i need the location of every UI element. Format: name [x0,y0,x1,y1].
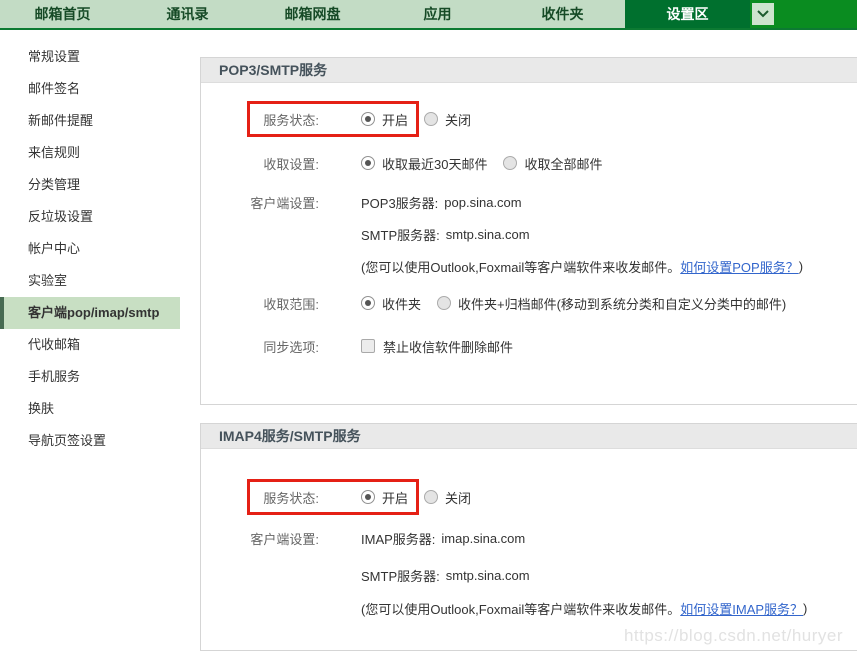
pop-service-status-row: 服务状态: 开启 关闭 [201,101,857,137]
tab-inbox[interactable]: 收件夹 [500,0,625,28]
imap-smtp-server-value: smtp.sina.com [446,568,530,583]
imap-status-on-label[interactable]: 开启 [382,488,408,507]
tab-apps[interactable]: 应用 [375,0,500,28]
tab-mail-home[interactable]: 邮箱首页 [0,0,125,28]
pop-client-setting-label: 客户端设置: [201,193,319,212]
sidebar-item-client-pop-imap-smtp[interactable]: 客户端pop/imap/smtp [0,297,180,329]
sidebar-item-new-mail-alert[interactable]: 新邮件提醒 [0,105,200,137]
forbid-delete-checkbox[interactable] [361,339,375,353]
imap-server-value: imap.sina.com [441,531,525,546]
sidebar-item-signature[interactable]: 邮件签名 [0,73,200,105]
pop3-smtp-panel: POP3/SMTP服务 服务状态: 开启 关闭 收取设置: 收取最近30天邮件 … [200,57,857,405]
pop-sync-option-row: 同步选项: 禁止收信软件删除邮件 [201,328,857,364]
pop-status-off-label[interactable]: 关闭 [445,110,471,129]
pop-sync-option-label: 同步选项: [201,337,319,356]
tab-netdisk[interactable]: 邮箱网盘 [250,0,375,28]
sidebar-item-general[interactable]: 常规设置 [0,41,200,73]
tab-contacts[interactable]: 通讯录 [125,0,250,28]
pop3-server-value: pop.sina.com [444,195,521,210]
imap4-smtp-panel: IMAP4服务/SMTP服务 服务状态: 开启 关闭 客户端设置: IMAP服务… [200,423,857,651]
pop-client-note: (您可以使用Outlook,Foxmail等客户端软件来收发邮件。 [361,257,680,276]
pop-status-off-radio[interactable] [424,112,438,126]
imap-smtp-server-row: SMTP服务器: smtp.sina.com [201,561,857,589]
forbid-delete-label[interactable]: 禁止收信软件删除邮件 [383,337,513,356]
imap-client-note: (您可以使用Outlook,Foxmail等客户端软件来收发邮件。 [361,599,680,618]
nav-right-fill [750,0,857,28]
chevron-down-icon [757,10,769,18]
range-inbox-radio[interactable] [361,296,375,310]
pop-fetch-setting-label: 收取设置: [201,154,319,173]
pop-status-on-label[interactable]: 开启 [382,110,408,129]
range-inbox-label[interactable]: 收件夹 [382,294,421,313]
imap-service-status-label: 服务状态: [201,488,319,507]
imap-status-off-radio[interactable] [424,490,438,504]
sidebar-item-account-center[interactable]: 帐户中心 [0,233,200,265]
pop-status-on-radio[interactable] [361,112,375,126]
sidebar-item-lab[interactable]: 实验室 [0,265,200,297]
sidebar-item-fetch-other-mailbox[interactable]: 代收邮箱 [0,329,200,361]
imap-help-link[interactable]: 如何设置IMAP服务？ [680,599,803,618]
sidebar-item-incoming-rules[interactable]: 来信规则 [0,137,200,169]
pop-service-status-label: 服务状态: [201,110,319,129]
imap-client-setting-label: 客户端设置: [201,529,319,548]
imap-client-note-row: (您可以使用Outlook,Foxmail等客户端软件来收发邮件。 如何设置IM… [201,594,857,622]
imap-status-off-label[interactable]: 关闭 [445,488,471,507]
pop3-panel-title: POP3/SMTP服务 [201,58,857,83]
imap-server-name: IMAP服务器: [361,529,435,548]
settings-dropdown-button[interactable] [752,3,774,25]
csdn-watermark: https://blog.csdn.net/huryer [201,626,857,650]
smtp-server-name: SMTP服务器: [361,225,440,244]
imap-client-setting-row: 客户端设置: IMAP服务器: imap.sina.com [201,520,857,556]
imap-note-close: ) [803,601,807,616]
range-inbox-archive-label[interactable]: 收件夹+归档邮件(移动到系统分类和自定义分类中的邮件) [458,294,786,313]
imap-smtp-server-name: SMTP服务器: [361,566,440,585]
tab-settings[interactable]: 设置区 [625,0,750,28]
fetch-all-mail-label[interactable]: 收取全部邮件 [524,154,602,173]
imap4-panel-title: IMAP4服务/SMTP服务 [201,424,857,449]
sidebar-item-skin[interactable]: 换肤 [0,393,200,425]
sidebar-item-mobile-service[interactable]: 手机服务 [0,361,200,393]
range-inbox-archive-radio[interactable] [437,296,451,310]
fetch-last-30-days-label[interactable]: 收取最近30天邮件 [382,154,487,173]
main-content: POP3/SMTP服务 服务状态: 开启 关闭 收取设置: 收取最近30天邮件 … [200,30,857,651]
pop-fetch-range-row: 收取范围: 收件夹 收件夹+归档邮件(移动到系统分类和自定义分类中的邮件) [201,285,857,321]
pop-note-close: ) [799,259,803,274]
pop-fetch-range-label: 收取范围: [201,294,319,313]
pop-client-note-row: (您可以使用Outlook,Foxmail等客户端软件来收发邮件。 如何设置PO… [201,252,857,280]
pop-client-setting-row: 客户端设置: POP3服务器: pop.sina.com [201,184,857,220]
imap-status-on-radio[interactable] [361,490,375,504]
top-navigation: 邮箱首页 通讯录 邮箱网盘 应用 收件夹 设置区 [0,0,857,30]
fetch-all-mail-radio[interactable] [503,156,517,170]
smtp-server-value: smtp.sina.com [446,227,530,242]
pop-fetch-setting-row: 收取设置: 收取最近30天邮件 收取全部邮件 [201,145,857,181]
sidebar-item-nav-tab-settings[interactable]: 导航页签设置 [0,425,200,457]
sidebar-item-antispam[interactable]: 反垃圾设置 [0,201,200,233]
fetch-last-30-days-radio[interactable] [361,156,375,170]
sidebar-item-category-management[interactable]: 分类管理 [0,169,200,201]
pop-smtp-server-row: SMTP服务器: smtp.sina.com [201,220,857,248]
imap-service-status-row: 服务状态: 开启 关闭 [201,479,857,515]
settings-sidebar: 常规设置 邮件签名 新邮件提醒 来信规则 分类管理 反垃圾设置 帐户中心 实验室… [0,30,200,457]
pop3-server-name: POP3服务器: [361,193,438,212]
pop-help-link[interactable]: 如何设置POP服务？ [680,257,798,276]
